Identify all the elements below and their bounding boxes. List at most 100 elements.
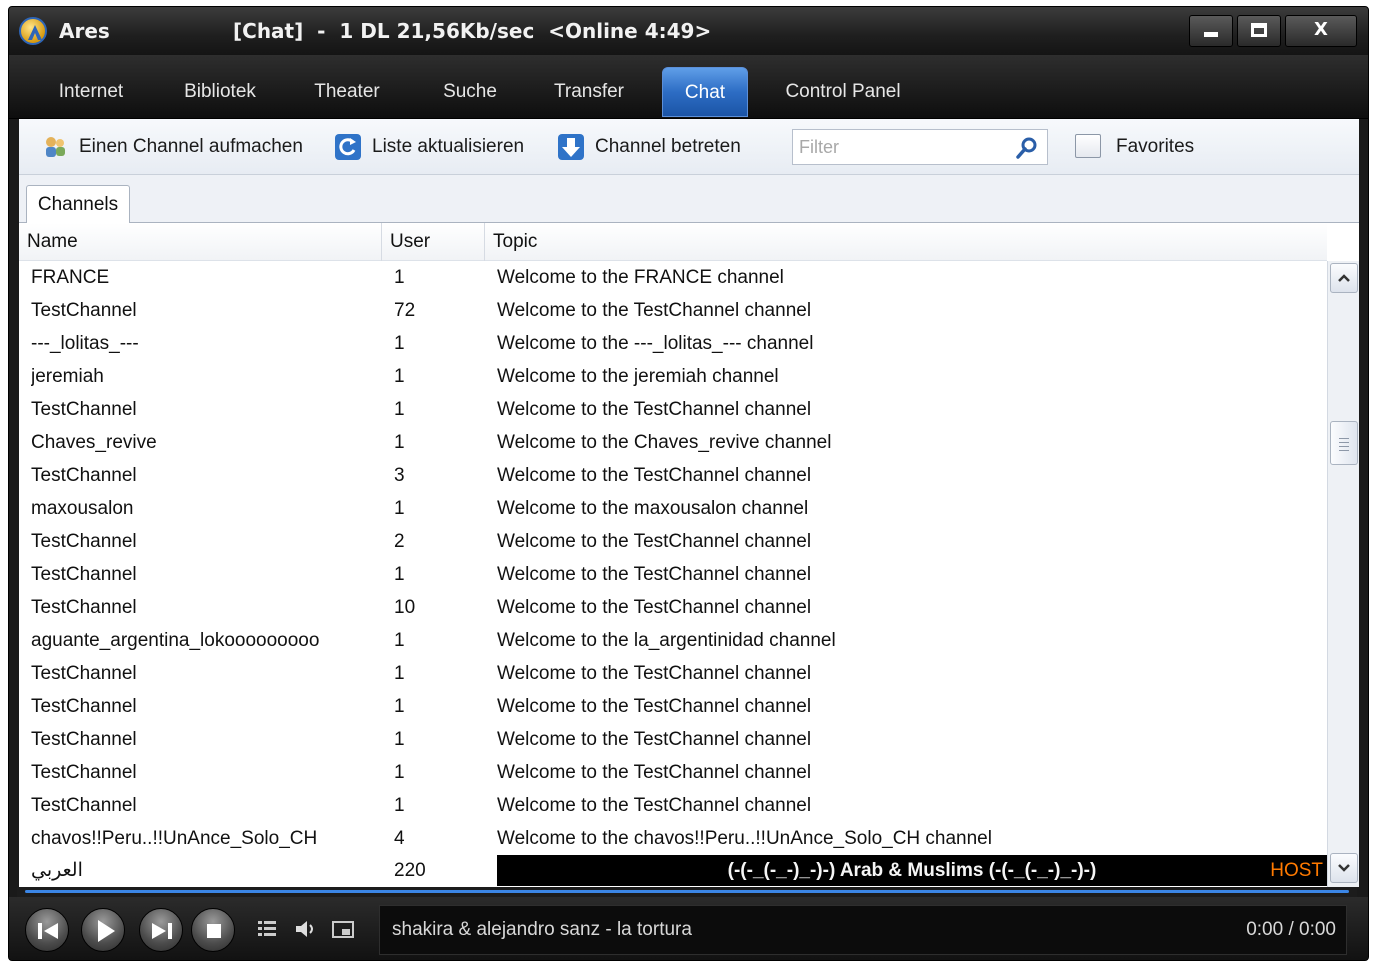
table-row[interactable]: TestChannel 1 Welcome to the TestChannel… [19, 393, 1327, 426]
maximize-icon [1251, 23, 1267, 37]
chat-toolbar: Einen Channel aufmachen Liste aktualisie… [19, 119, 1359, 175]
channel-topic: Welcome to the TestChannel channel [497, 531, 812, 552]
table-row[interactable]: FRANCE 1 Welcome to the FRANCE channel [19, 261, 1327, 294]
channel-user-count: 1 [394, 333, 405, 354]
host-tag: HOST [1270, 860, 1323, 881]
table-row[interactable]: TestChannel 1 Welcome to the TestChannel… [19, 723, 1327, 756]
channel-name: Chaves_revive [31, 432, 157, 453]
channel-name: العربي [31, 860, 83, 881]
table-row[interactable]: maxousalon 1 Welcome to the maxousalon c… [19, 492, 1327, 525]
maximize-button[interactable] [1237, 15, 1281, 47]
table-row[interactable]: aguante_argentina_lokooooooooo 1 Welcome… [19, 624, 1327, 657]
filter-field[interactable] [792, 129, 1048, 165]
scroll-up-button[interactable] [1330, 263, 1358, 293]
table-row[interactable]: chavos!!Peru..!!UnAnce_Solo_CH 4 Welcome… [19, 822, 1327, 855]
channel-topic: Welcome to the TestChannel channel [497, 795, 812, 816]
channel-topic: Welcome to the maxousalon channel [497, 498, 809, 519]
nav-chat[interactable]: Chat [662, 67, 748, 117]
mini-player-icon[interactable] [331, 917, 355, 941]
tab-channels[interactable]: Channels [26, 185, 130, 224]
channel-user-count: 1 [394, 696, 405, 717]
channel-topic: Welcome to the TestChannel channel [497, 762, 812, 783]
nav-suche[interactable]: Suche [429, 67, 511, 117]
channel-user-count: 1 [394, 729, 405, 750]
title-bar[interactable]: Ares [Chat] - 1 DL 21,56Kb/sec <Online 4… [9, 7, 1368, 55]
minimize-button[interactable] [1189, 15, 1233, 47]
table-row[interactable]: TestChannel 10 Welcome to the TestChanne… [19, 591, 1327, 624]
table-row[interactable]: TestChannel 72 Welcome to the TestChanne… [19, 294, 1327, 327]
channel-topic: Welcome to the la_argentinidad channel [497, 630, 836, 651]
stop-button[interactable] [191, 908, 235, 952]
channel-topic: Welcome to the chavos!!Peru..!!UnAnce_So… [497, 828, 992, 849]
table-header: Name User Topic [19, 223, 1327, 261]
volume-icon[interactable] [293, 917, 317, 941]
column-header-user[interactable]: User [382, 223, 485, 261]
previous-button[interactable] [25, 908, 69, 952]
channel-user-count: 4 [394, 828, 405, 849]
table-row[interactable]: ---_lolitas_--- 1 Welcome to the ---_lol… [19, 327, 1327, 360]
vertical-scrollbar[interactable] [1327, 261, 1359, 887]
table-row[interactable]: TestChannel 2 Welcome to the TestChannel… [19, 525, 1327, 558]
table-row[interactable]: TestChannel 1 Welcome to the TestChannel… [19, 789, 1327, 822]
channel-topic: Welcome to the TestChannel channel [497, 300, 812, 321]
channel-topic-banner: (-(-_(-_-)_-)-) Arab & Muslims (-(-_(-_-… [497, 855, 1327, 886]
minimize-icon [1204, 32, 1218, 37]
now-playing-title: shakira & alejandro sanz - la tortura [392, 919, 692, 940]
open-channel-button[interactable]: Einen Channel aufmachen [41, 131, 311, 163]
channel-user-count: 3 [394, 465, 405, 486]
channel-user-count: 1 [394, 366, 405, 387]
channel-tabs: Channels [19, 175, 1359, 224]
join-channel-label: Channel betreten [595, 136, 741, 157]
channel-name: TestChannel [31, 531, 137, 552]
table-row[interactable]: Chaves_revive 1 Welcome to the Chaves_re… [19, 426, 1327, 459]
favorites-checkbox[interactable] [1075, 134, 1101, 158]
table-row[interactable]: TestChannel 1 Welcome to the TestChannel… [19, 690, 1327, 723]
channel-topic: (-(-_(-_-)_-)-) Arab & Muslims (-(-_(-_-… [727, 860, 1097, 881]
previous-icon [38, 923, 58, 939]
channel-user-count: 1 [394, 762, 405, 783]
next-button[interactable] [139, 908, 183, 952]
table-row[interactable]: TestChannel 1 Welcome to the TestChannel… [19, 558, 1327, 591]
nav-bibliotek[interactable]: Bibliotek [172, 67, 268, 117]
nav-internet[interactable]: Internet [43, 67, 139, 117]
playlist-icon[interactable] [255, 917, 279, 941]
channel-name: TestChannel [31, 564, 137, 585]
channel-name: chavos!!Peru..!!UnAnce_Solo_CH [31, 828, 318, 849]
channel-name: jeremiah [31, 366, 104, 387]
seek-bar[interactable] [17, 887, 1357, 897]
column-header-topic[interactable]: Topic [485, 223, 1327, 261]
chevron-down-icon [1338, 864, 1350, 872]
table-row[interactable]: TestChannel 1 Welcome to the TestChannel… [19, 657, 1327, 690]
channel-user-count: 1 [394, 498, 405, 519]
table-row[interactable]: jeremiah 1 Welcome to the jeremiah chann… [19, 360, 1327, 393]
app-window: Ares [Chat] - 1 DL 21,56Kb/sec <Online 4… [8, 6, 1369, 961]
channel-topic: Welcome to the Chaves_revive channel [497, 432, 832, 453]
main-nav: Internet Bibliotek Theater Suche Transfe… [9, 55, 1368, 119]
channel-topic: Welcome to the FRANCE channel [497, 267, 784, 288]
channel-topic: Welcome to the ---_lolitas_--- channel [497, 333, 814, 354]
search-icon[interactable] [1015, 136, 1039, 160]
nav-theater[interactable]: Theater [301, 67, 393, 117]
table-row[interactable]: العربي 220 (-(-_(-_-)_-)-) Arab & Muslim… [19, 854, 1327, 887]
nav-transfer[interactable]: Transfer [541, 67, 637, 117]
table-row[interactable]: TestChannel 3 Welcome to the TestChannel… [19, 459, 1327, 492]
channel-name: FRANCE [31, 267, 110, 288]
close-button[interactable]: X [1285, 15, 1357, 47]
ares-logo-icon [19, 17, 47, 45]
filter-input[interactable] [799, 131, 1009, 163]
channel-user-count: 1 [394, 663, 405, 684]
refresh-list-button[interactable]: Liste aktualisieren [334, 131, 534, 163]
column-header-name[interactable]: Name [19, 223, 382, 261]
nav-control-panel[interactable]: Control Panel [775, 67, 911, 117]
play-icon [98, 920, 115, 942]
stop-icon [207, 924, 221, 938]
channel-user-count: 220 [394, 860, 426, 881]
channel-name: TestChannel [31, 597, 137, 618]
favorites-label[interactable]: Favorites [1116, 131, 1194, 163]
scroll-thumb[interactable] [1330, 421, 1358, 465]
channel-topic: Welcome to the TestChannel channel [497, 696, 812, 717]
table-row[interactable]: TestChannel 1 Welcome to the TestChannel… [19, 756, 1327, 789]
play-button[interactable] [81, 908, 125, 952]
join-channel-button[interactable]: Channel betreten [557, 131, 772, 163]
scroll-down-button[interactable] [1330, 853, 1358, 883]
